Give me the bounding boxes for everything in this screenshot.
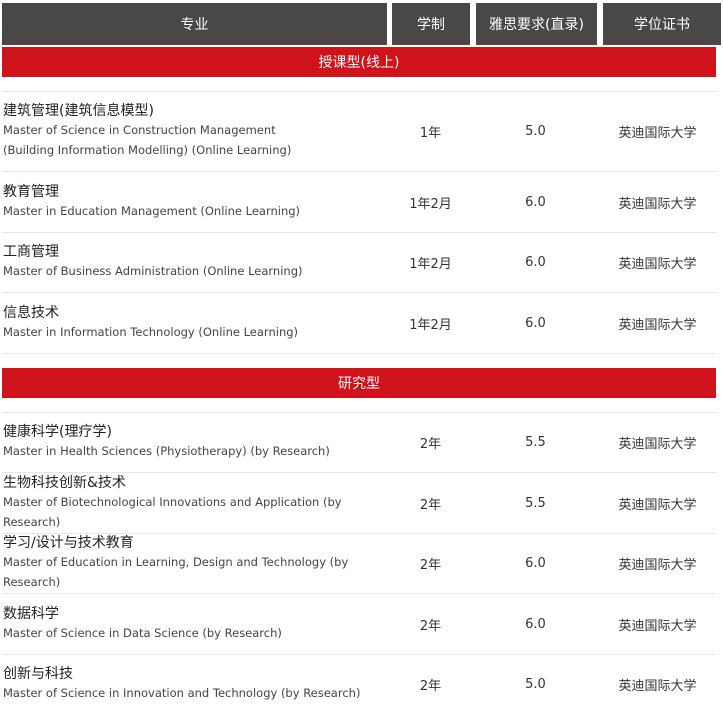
ielts-cell: 6.0 [525,315,546,331]
duration-cell: 2年 [419,678,442,694]
header-major: 专业 [2,3,387,45]
table-row: 生物科技创新&技术 Master of Biotechnological Inn… [2,473,716,534]
certificate-cell: 英迪国际大学 [618,558,697,573]
program-table: 专业 学制 雅思要求(直录) 学位证书 授课型(线上) 建筑管理(建筑信息模型)… [0,3,723,713]
certificate-cell: 英迪国际大学 [618,678,697,694]
section-title-research: 研究型 [2,368,716,398]
section-rows-taught-online: 建筑管理(建筑信息模型) Master of Science in Constr… [2,91,716,354]
certificate-cell: 英迪国际大学 [618,618,697,634]
duration-cell: 1年2月 [409,196,452,212]
certificate-cell: 英迪国际大学 [618,196,697,212]
major-name-en: Master of Education in Learning, Design … [3,555,349,589]
ielts-cell: 5.5 [525,495,546,511]
major-cell: 生物科技创新&技术 Master of Biotechnological Inn… [2,475,387,532]
ielts-cell: 6.0 [525,255,546,270]
table-row: 学习/设计与技术教育 Master of Education in Learni… [2,534,716,594]
major-cell: 工商管理 Master of Business Administration (… [2,244,387,281]
major-cell: 学习/设计与技术教育 Master of Education in Learni… [2,535,387,592]
ielts-cell: 6.0 [525,556,546,571]
ielts-cell: 5.0 [525,676,546,692]
major-name-en: Master of Business Administration (Onlin… [3,264,303,278]
duration-cell: 1年 [419,126,442,141]
table-row: 创新与科技 Master of Science in Innovation an… [2,655,716,713]
certificate-cell: 英迪国际大学 [618,437,697,452]
major-name-en: Master of Science in Innovation and Tech… [3,685,361,700]
major-cell: 信息技术 Master in Information Technology (O… [2,305,387,342]
header-duration: 学制 [392,3,470,45]
duration-cell: 2年 [419,437,442,452]
major-name-en: Master of Biotechnological Innovations a… [3,494,342,529]
major-name-zh: 学习/设计与技术教育 [3,535,134,551]
major-name-en: Master of Science in Construction Manage… [3,123,276,137]
table-row: 教育管理 Master in Education Management (Onl… [2,172,716,233]
ielts-cell: 6.0 [525,194,546,210]
ielts-cell: 6.0 [525,616,546,632]
table-row: 信息技术 Master in Information Technology (O… [2,293,716,354]
ielts-cell: 5.5 [525,435,546,450]
major-cell: 创新与科技 Master of Science in Innovation an… [2,666,387,703]
ielts-cell: 5.0 [525,124,546,139]
major-name-en: Master of Science in Data Science (by Re… [3,625,282,640]
certificate-cell: 英迪国际大学 [618,126,697,141]
duration-cell: 2年 [419,497,442,513]
header-certificate: 学位证书 [603,3,721,45]
certificate-cell: 英迪国际大学 [618,257,697,272]
table-row: 数据科学 Master of Science in Data Science (… [2,594,716,655]
certificate-cell: 英迪国际大学 [618,497,697,513]
table-row: 健康科学(理疗学) Master in Health Sciences (Phy… [2,413,716,473]
header-ielts: 雅思要求(直录) [476,3,597,45]
major-cell: 数据科学 Master of Science in Data Science (… [2,606,387,643]
duration-cell: 2年 [419,558,442,573]
table-header: 专业 学制 雅思要求(直录) 学位证书 [0,3,723,45]
major-name-zh: 建筑管理(建筑信息模型) [3,103,154,119]
major-name-zh: 生物科技创新&技术 [3,474,126,491]
major-name-en: Master in Health Sciences (Physiotherapy… [3,444,330,458]
major-cell: 健康科学(理疗学) Master in Health Sciences (Phy… [2,424,387,461]
major-name-en-line2: (Building Information Modelling) (Online… [3,143,292,157]
section-title-taught-online: 授课型(线上) [2,47,716,77]
major-name-zh: 健康科学(理疗学) [3,424,112,440]
major-name-zh: 数据科学 [3,605,59,622]
major-cell: 建筑管理(建筑信息模型) Master of Science in Constr… [2,103,387,160]
section-rows-research: 健康科学(理疗学) Master in Health Sciences (Phy… [2,412,716,713]
major-name-en: Master in Information Technology (Online… [3,324,299,339]
major-name-zh: 创新与科技 [3,665,73,682]
certificate-cell: 英迪国际大学 [618,317,697,333]
table-row: 建筑管理(建筑信息模型) Master of Science in Constr… [2,92,716,172]
major-name-en: Master in Education Management (Online L… [3,203,301,218]
major-name-zh: 教育管理 [3,183,59,200]
duration-cell: 1年2月 [409,317,452,333]
major-name-zh: 工商管理 [3,244,59,260]
table-row: 工商管理 Master of Business Administration (… [2,233,716,293]
major-name-zh: 信息技术 [3,304,59,321]
duration-cell: 1年2月 [409,257,452,272]
major-cell: 教育管理 Master in Education Management (Onl… [2,184,387,221]
duration-cell: 2年 [419,618,442,634]
